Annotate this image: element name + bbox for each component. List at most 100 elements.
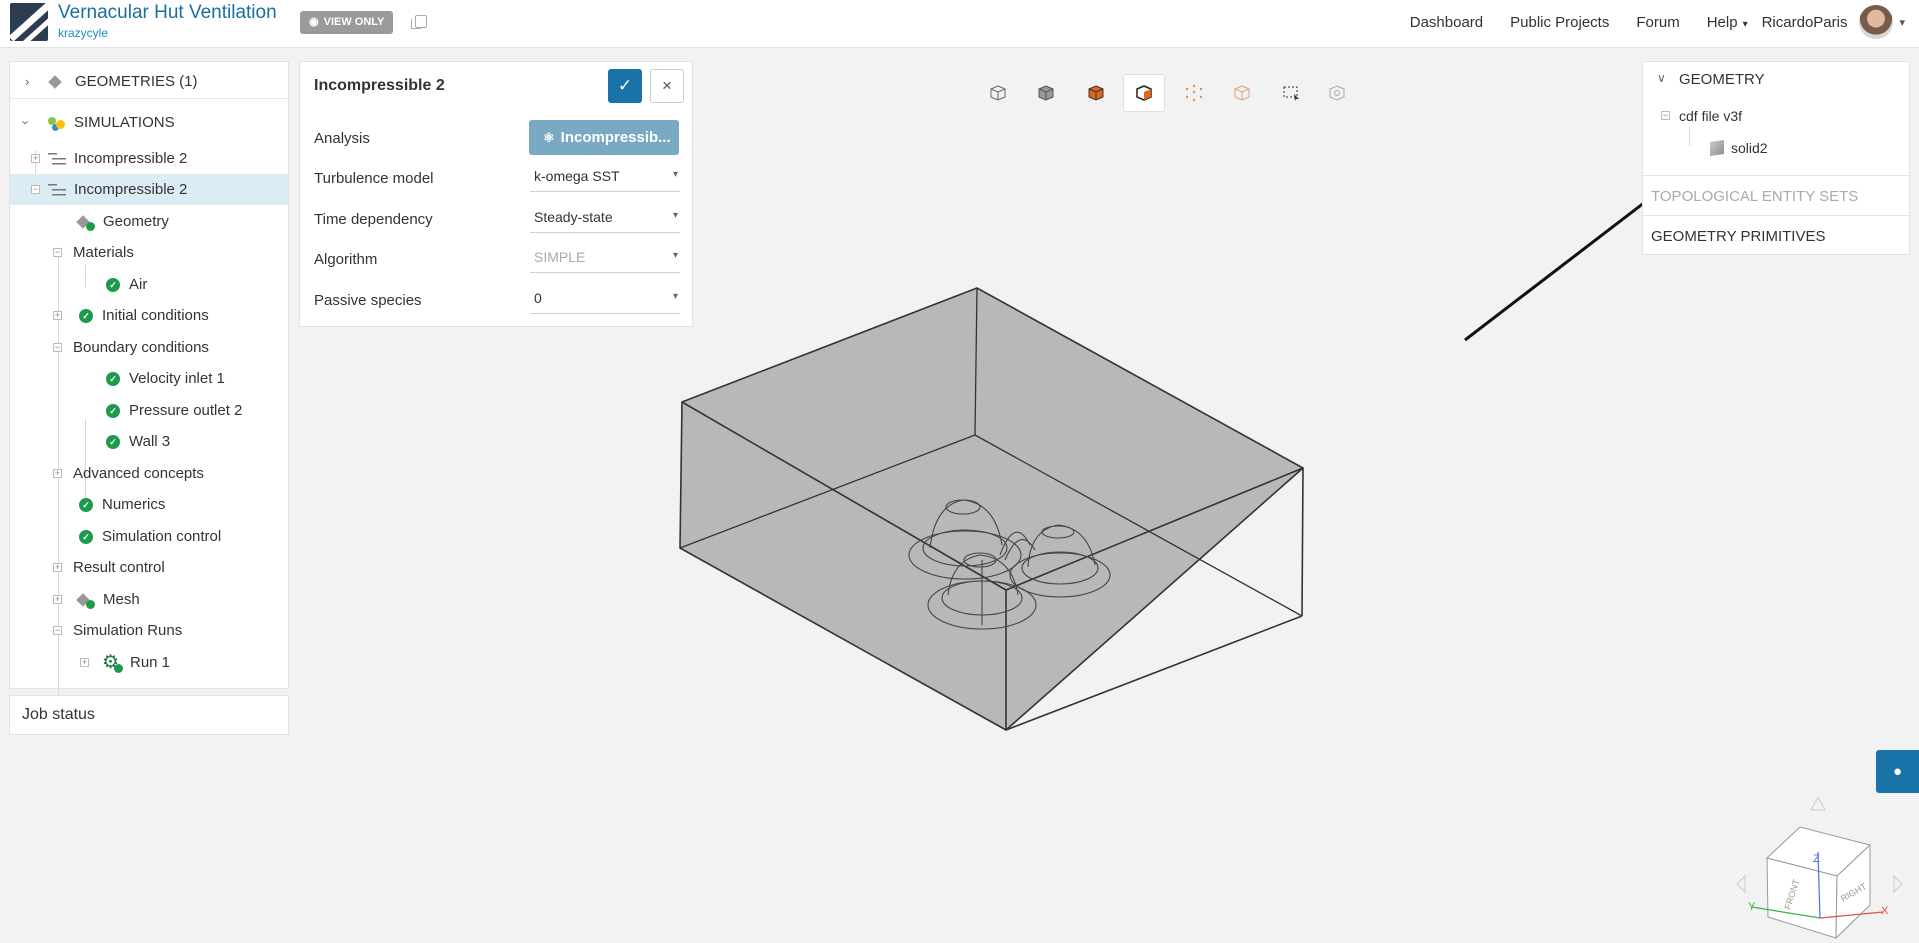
solid-edges-cube-icon [1088, 85, 1104, 101]
view-only-badge: ◉ VIEW ONLY [300, 11, 394, 34]
sim2-label: Incompressible 2 [74, 181, 188, 198]
chat-button[interactable]: ● [1876, 750, 1919, 793]
nav-dashboard[interactable]: Dashboard [1410, 14, 1483, 31]
tree-material-air[interactable]: ✓ Air [10, 269, 288, 300]
chat-icon: ● [1892, 763, 1903, 780]
copy-project-icon[interactable] [411, 15, 427, 29]
topological-sets-label: TOPOLOGICAL ENTITY SETS [1651, 188, 1859, 205]
tree-wall[interactable]: ✓ Wall 3 [10, 426, 288, 457]
mesh-icon [76, 592, 95, 609]
chevron-down-icon[interactable]: › [19, 120, 34, 124]
check-circle-icon: ✓ [106, 371, 120, 386]
collapse-toggle[interactable]: − [1661, 111, 1670, 120]
transparent-cube-icon [1234, 85, 1250, 101]
sim1-label: Incompressible 2 [74, 150, 188, 167]
run1-label: Run 1 [130, 654, 171, 671]
view-points-button[interactable] [1173, 74, 1215, 112]
project-owner[interactable]: krazycyle [58, 26, 108, 40]
tree-geometry[interactable]: Geometry [10, 206, 288, 237]
nav-public-projects[interactable]: Public Projects [1510, 14, 1609, 31]
expand-toggle[interactable]: + [31, 154, 40, 163]
passive-species-select[interactable]: 0 ▾ [530, 286, 680, 314]
turbulence-select[interactable]: k-omega SST ▾ [530, 164, 680, 192]
tree-velocity-inlet[interactable]: ✓ Velocity inlet 1 [10, 363, 288, 394]
view-wireframe-button[interactable] [977, 74, 1019, 112]
wall-label: Wall 3 [129, 433, 171, 450]
chevron-down-icon[interactable]: ▾ [1899, 16, 1905, 29]
top-header: Vernacular Hut Ventilation krazycyle ◉ V… [0, 0, 1919, 48]
chevron-right-icon[interactable]: › [25, 74, 29, 89]
username[interactable]: RicardoParis [1762, 14, 1848, 31]
simulation-runs-label: Simulation Runs [73, 622, 183, 639]
tree-initial-conditions[interactable]: + ✓ Initial conditions [10, 300, 288, 331]
file-name-label: cdf file v3f [1679, 108, 1743, 124]
check-circle-icon: ✓ [79, 529, 93, 544]
turbulence-label: Turbulence model [314, 170, 434, 187]
simscale-logo[interactable] [10, 3, 48, 41]
expand-toggle[interactable]: + [53, 311, 62, 320]
simulations-label: SIMULATIONS [74, 114, 175, 131]
project-title[interactable]: Vernacular Hut Ventilation [58, 2, 277, 24]
view-solid-edges-button[interactable] [1075, 74, 1117, 112]
tree-numerics[interactable]: ✓ Numerics [10, 489, 288, 520]
view-solid-button[interactable] [1025, 74, 1067, 112]
algorithm-value: SIMPLE [534, 249, 586, 265]
settings-view-button[interactable] [1316, 74, 1358, 112]
close-button[interactable]: × [650, 69, 684, 103]
passive-species-value: 0 [534, 290, 542, 306]
materials-label: Materials [73, 244, 134, 261]
analysis-type-button[interactable]: ⚛ Incompressib... [529, 120, 679, 155]
simulation-control-label: Simulation control [102, 528, 222, 545]
tree-boundary-conditions[interactable]: − Boundary conditions [10, 332, 288, 363]
expand-toggle[interactable]: + [53, 595, 62, 604]
tree-materials[interactable]: − Materials [10, 237, 288, 268]
tree-geometries[interactable]: › GEOMETRIES (1) [10, 66, 288, 97]
initial-conditions-label: Initial conditions [102, 307, 209, 324]
tree-simulations[interactable]: › SIMULATIONS [10, 107, 288, 138]
simulations-icon [48, 115, 66, 131]
tree-mesh[interactable]: + Mesh [10, 584, 288, 615]
tree-run-1[interactable]: + Run 1 [10, 647, 288, 678]
check-circle-icon: ✓ [106, 403, 120, 418]
collapse-toggle[interactable]: − [53, 343, 62, 352]
geometry-primitives-label: GEOMETRY PRIMITIVES [1651, 228, 1826, 245]
expand-toggle[interactable]: + [80, 658, 89, 667]
analysis-icon: ⚛ [543, 130, 555, 145]
view-only-label: VIEW ONLY [323, 16, 385, 28]
collapse-toggle[interactable]: − [53, 626, 62, 635]
tree-simulation-runs[interactable]: − Simulation Runs [10, 615, 288, 646]
nav-forum[interactable]: Forum [1636, 14, 1679, 31]
wireframe-cube-icon [990, 85, 1006, 101]
box-select-button[interactable] [1270, 74, 1312, 112]
tree-simulation-control[interactable]: ✓ Simulation control [10, 521, 288, 552]
simulation-icon [48, 183, 66, 196]
nav-help[interactable]: Help ▾ [1707, 14, 1748, 31]
confirm-button[interactable]: ✓ [608, 69, 642, 103]
turbulence-value: k-omega SST [534, 168, 620, 184]
tree-result-control[interactable]: + Result control [10, 552, 288, 583]
tree-advanced-concepts[interactable]: + Advanced concepts [10, 458, 288, 489]
tree-sim-incompressible-1[interactable]: + Incompressible 2 [10, 143, 288, 174]
expand-toggle[interactable]: + [53, 563, 62, 572]
expand-toggle[interactable]: + [53, 469, 62, 478]
chevron-down-icon[interactable]: ∨ [1657, 71, 1666, 85]
mesh-label: Mesh [103, 591, 140, 608]
geometry-primitives[interactable]: GEOMETRY PRIMITIVES [1643, 215, 1909, 255]
topological-entity-sets[interactable]: TOPOLOGICAL ENTITY SETS [1643, 175, 1909, 215]
time-dependency-select[interactable]: Steady-state ▾ [530, 205, 680, 233]
collapse-toggle[interactable]: − [31, 185, 40, 194]
avatar[interactable] [1859, 5, 1894, 39]
chevron-down-icon: ▾ [672, 210, 678, 221]
job-status-panel[interactable]: Job status [9, 695, 289, 735]
numerics-label: Numerics [102, 496, 166, 513]
tree-sim-incompressible-2[interactable]: − Incompressible 2 [10, 174, 288, 205]
collapse-toggle[interactable]: − [53, 248, 62, 257]
view-select-button[interactable] [1123, 74, 1165, 112]
tree-pressure-outlet[interactable]: ✓ Pressure outlet 2 [10, 395, 288, 426]
simulation-tree-panel: › GEOMETRIES (1) › SIMULATIONS + Incompr… [9, 61, 289, 697]
pressure-outlet-label: Pressure outlet 2 [129, 402, 243, 419]
view-transparent-button[interactable] [1221, 74, 1263, 112]
velocity-inlet-label: Velocity inlet 1 [129, 370, 225, 387]
orientation-cube[interactable]: X Y Z FRONT RIGHT [1736, 795, 1903, 940]
job-status-label: Job status [22, 706, 95, 723]
